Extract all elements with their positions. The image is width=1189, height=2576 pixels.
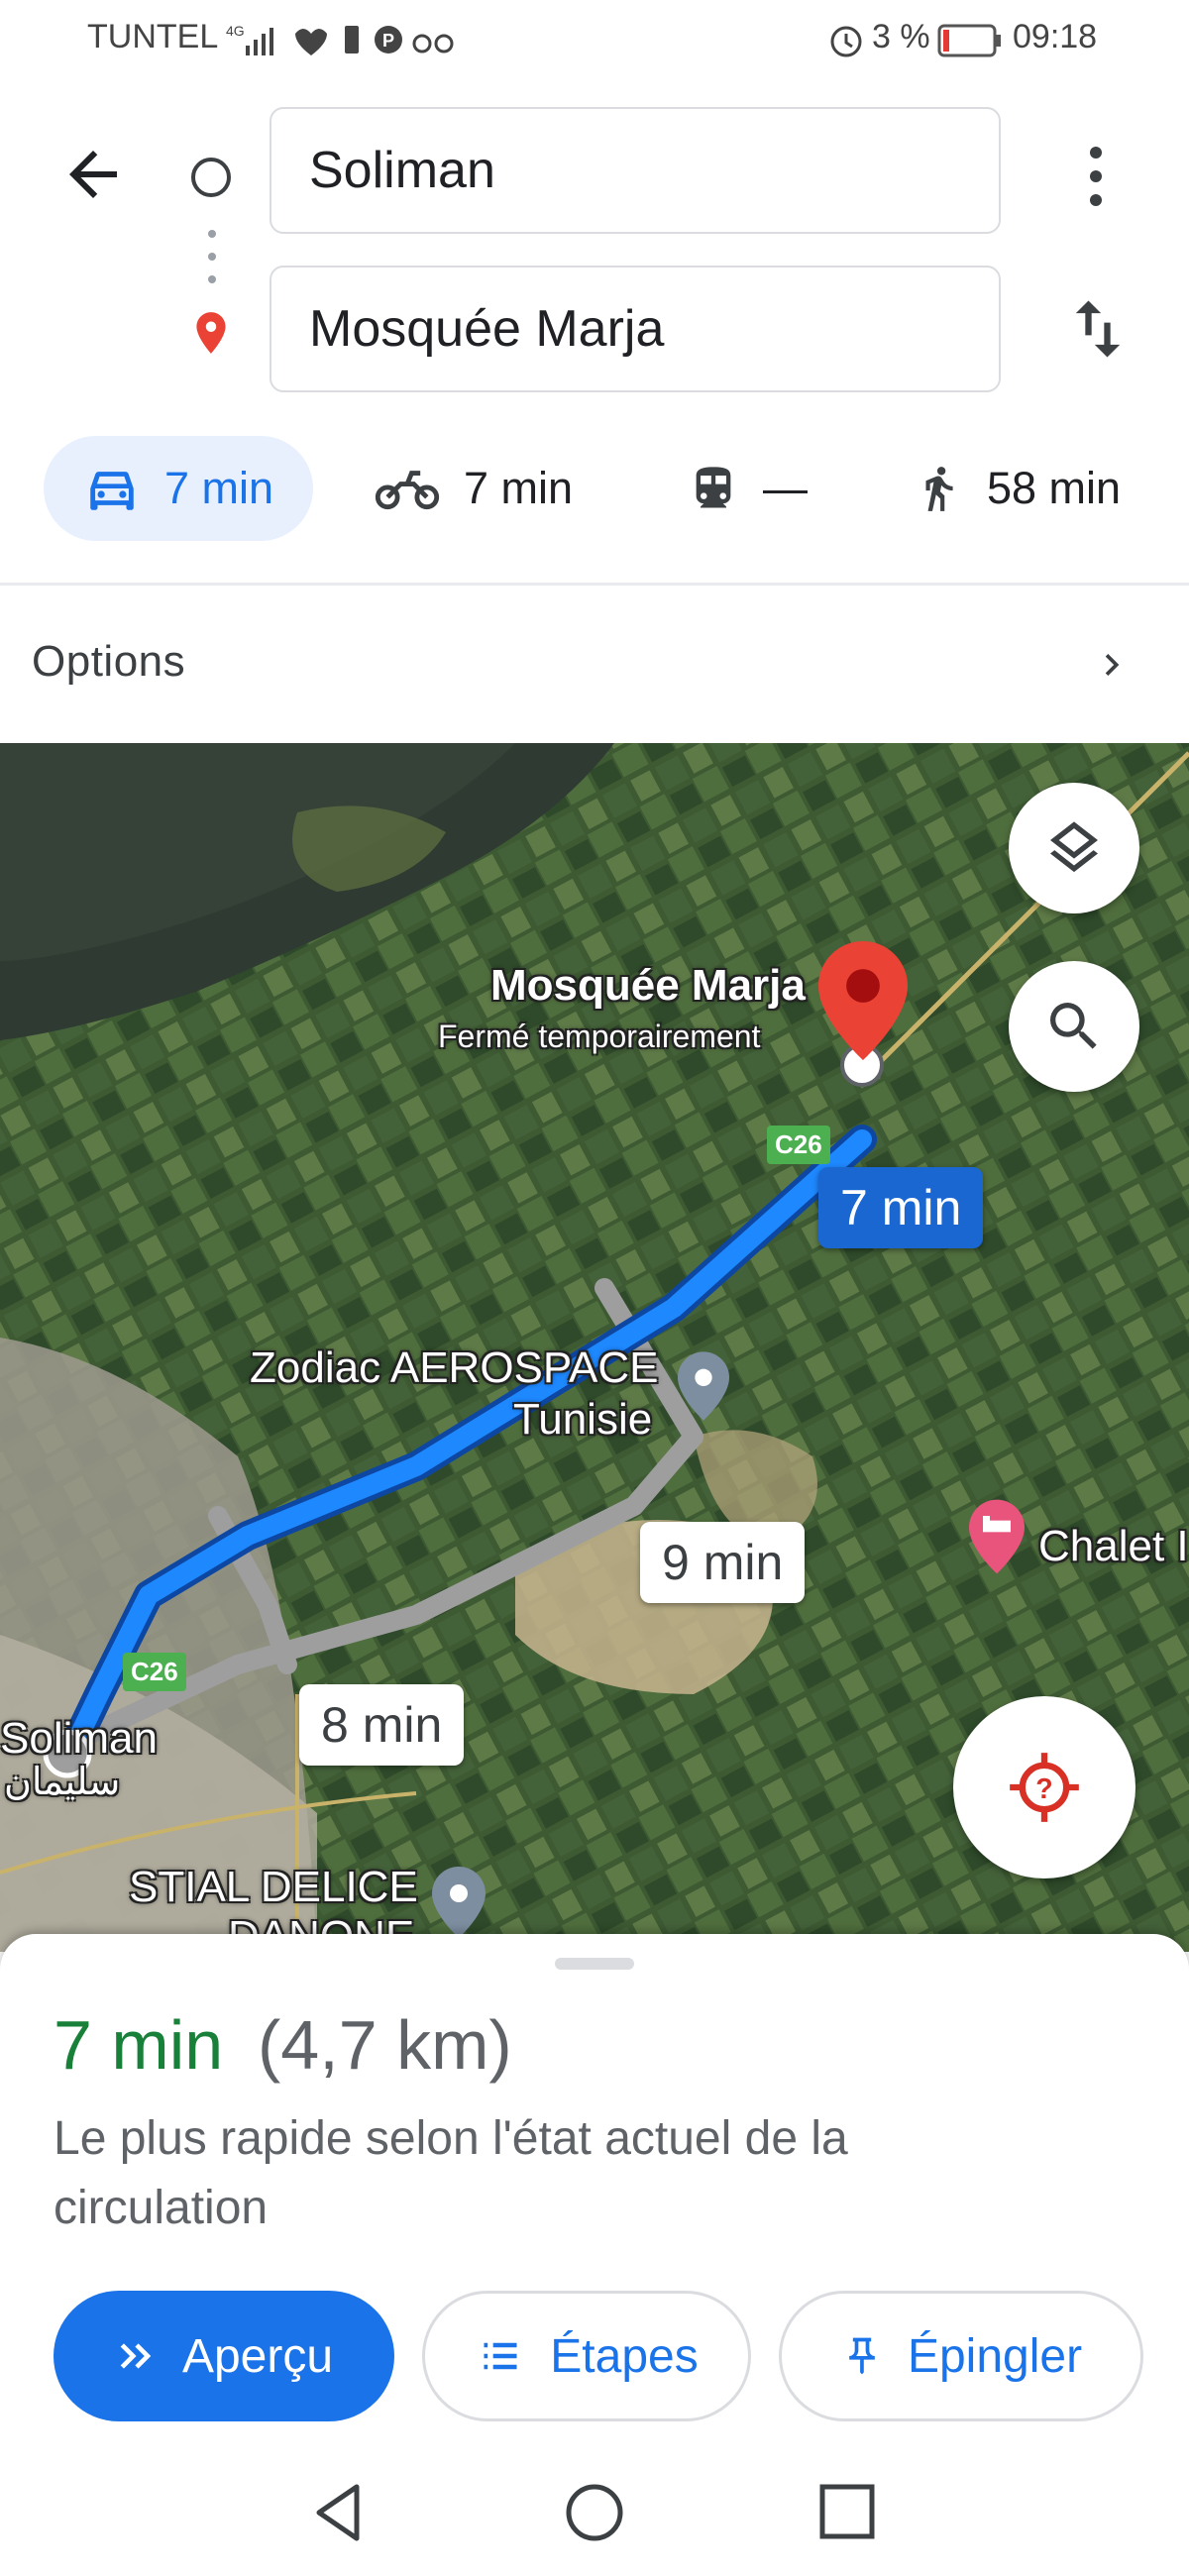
mode-motorcycle[interactable]: 7 min: [375, 436, 573, 541]
directions-header: Soliman Mosquée Marja 7 min 7 min — 58 m…: [0, 79, 1189, 585]
route-duration: 7 min: [54, 2006, 224, 2084]
walk-icon: [925, 467, 953, 511]
location-unknown-icon: ?: [1010, 1753, 1079, 1822]
swap-icon[interactable]: [1060, 291, 1135, 367]
route-time-primary[interactable]: 7 min: [818, 1167, 984, 1248]
steps-label: Étapes: [550, 2329, 699, 2383]
poi-pin-icon-2[interactable]: [432, 1867, 486, 1938]
clock: 09:18: [1013, 18, 1098, 55]
svg-text:4G: 4G: [226, 23, 245, 39]
poi-stial-line1: STIAL DELICE: [129, 1863, 418, 1911]
svg-text:?: ?: [1035, 1773, 1052, 1805]
list-icon: [484, 2342, 517, 2370]
route-distance: (4,7 km): [258, 2006, 512, 2084]
road-badge-c26-bottom: C26: [123, 1653, 186, 1691]
poi-pin-icon[interactable]: [678, 1351, 729, 1421]
status-icons: 4G P: [226, 23, 454, 55]
double-chevron-icon: [120, 2343, 152, 2369]
sheet-drag-handle[interactable]: [555, 1958, 634, 1970]
search-map-button[interactable]: [1009, 961, 1139, 1092]
overview-label: Aperçu: [181, 2329, 334, 2383]
origin-input[interactable]: Soliman: [270, 107, 1001, 234]
transit-icon: [696, 467, 731, 508]
pin-button[interactable]: Épingler: [779, 2291, 1143, 2421]
nav-back-icon[interactable]: [309, 2481, 369, 2544]
pin-icon: [849, 2337, 875, 2375]
status-bar: TUNTEL 4G P 3 % 09:18: [0, 0, 1189, 79]
carrier-name: TUNTEL: [87, 18, 219, 55]
nav-recents-icon[interactable]: [818, 2483, 876, 2540]
mode-transit-label: —: [763, 463, 808, 513]
battery-icon: [937, 24, 1001, 57]
mode-transit[interactable]: —: [688, 436, 808, 541]
mode-driving[interactable]: 7 min: [44, 436, 313, 541]
route-time-alt-2[interactable]: 8 min: [299, 1684, 465, 1766]
options-label: Options: [32, 637, 186, 686]
svg-text:P: P: [382, 31, 394, 51]
map-view[interactable]: Mosquée Marja Fermé temporairement C26 C…: [0, 743, 1189, 1952]
mode-driving-label: 7 min: [163, 463, 274, 513]
battery-percent: 3 %: [872, 18, 930, 55]
route-time-alt-1[interactable]: 9 min: [640, 1522, 806, 1603]
poi-chalet: Chalet I: [1038, 1522, 1189, 1570]
destination-input[interactable]: Mosquée Marja: [270, 266, 1001, 392]
map-destination-status: Fermé temporairement: [438, 1019, 761, 1054]
steps-button[interactable]: Étapes: [422, 2291, 751, 2421]
my-location-button[interactable]: ?: [953, 1696, 1135, 1878]
map-destination-name: Mosquée Marja: [490, 961, 806, 1010]
hotel-pin-icon[interactable]: [969, 1498, 1025, 1575]
mode-walking-label: 58 min: [987, 463, 1122, 513]
route-description: Le plus rapide selon l'état actuel de la…: [54, 2112, 848, 2234]
layers-icon: [1050, 821, 1098, 873]
nav-home-icon[interactable]: [563, 2481, 626, 2544]
more-options-icon[interactable]: [1078, 141, 1114, 212]
overview-button[interactable]: Aperçu: [54, 2291, 394, 2421]
layers-button[interactable]: [1009, 783, 1139, 913]
mode-motorcycle-label: 7 min: [464, 463, 574, 513]
system-navigation-bar: [0, 2447, 1189, 2576]
road-badge-c26-top: C26: [767, 1126, 830, 1164]
destination-pin-icon: [196, 312, 226, 354]
poi-zodiac-line1: Zodiac AEROSPACE: [250, 1343, 659, 1392]
origin-circle-icon: [191, 158, 231, 197]
pin-label: Épingler: [907, 2329, 1083, 2383]
search-icon: [1050, 1003, 1097, 1049]
alarm-icon: [830, 26, 862, 57]
motorcycle-icon: [375, 471, 440, 510]
back-arrow-icon[interactable]: [57, 139, 129, 210]
town-name-arabic: سليمان: [4, 1762, 121, 1803]
town-name: Soliman: [0, 1714, 158, 1763]
destination-marker-icon[interactable]: [818, 941, 908, 1060]
chevron-right-icon: [1105, 654, 1120, 676]
route-dots-icon: [208, 230, 216, 283]
poi-zodiac-line2: Tunisie: [513, 1395, 653, 1444]
mode-walking[interactable]: 58 min: [914, 436, 1121, 541]
car-icon: [90, 472, 134, 510]
options-row[interactable]: Options: [0, 586, 1189, 742]
